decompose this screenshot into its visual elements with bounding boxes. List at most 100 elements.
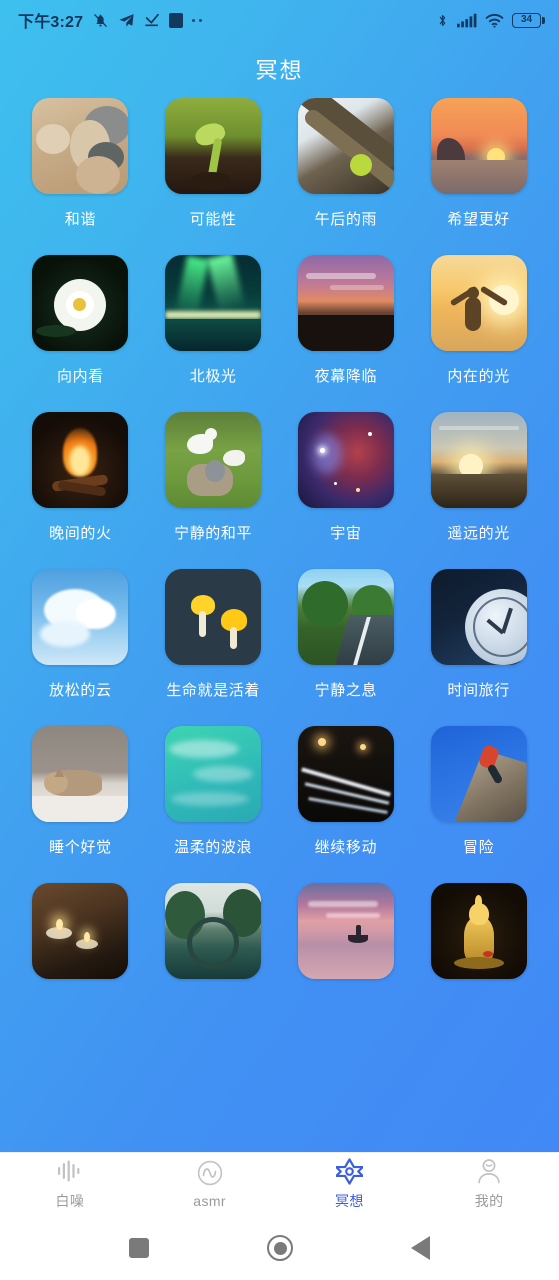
- tab-label-meditation: 冥想: [334, 1193, 364, 1209]
- meditation-tile-label: 晚间的火: [49, 525, 112, 542]
- meditation-tile-label: 温柔的波浪: [174, 839, 253, 856]
- meditation-tile[interactable]: 和谐: [14, 98, 147, 229]
- meditation-tile[interactable]: 希望更好: [412, 98, 545, 229]
- bottom-tab-bar: 白噪 asmr 冥想 我的: [0, 1152, 559, 1216]
- meditation-thumbnail[interactable]: [32, 569, 129, 665]
- meditation-tile[interactable]: 继续移动: [280, 726, 413, 857]
- meditation-thumbnail[interactable]: [430, 412, 527, 508]
- meditation-tile[interactable]: 时间旅行: [412, 569, 545, 700]
- meditation-thumbnail[interactable]: [32, 412, 129, 508]
- meditation-thumbnail[interactable]: [430, 255, 527, 351]
- meditation-tile[interactable]: 可能性: [147, 98, 280, 229]
- meditation-thumbnail[interactable]: [165, 98, 262, 194]
- meditation-tile-label: 时间旅行: [447, 682, 510, 699]
- battery-icon: 34: [512, 12, 545, 28]
- square-filled-icon: [169, 12, 184, 28]
- circle-icon[interactable]: [267, 1235, 293, 1261]
- meditation-tile[interactable]: 午后的雨: [280, 98, 413, 229]
- tab-label-white-noise: 白噪: [55, 1193, 85, 1209]
- page-title: 冥想: [255, 58, 304, 83]
- meditation-tile-label: 可能性: [189, 211, 237, 228]
- meditation-tile[interactable]: 向内看: [14, 255, 147, 386]
- meditation-thumbnail[interactable]: [165, 412, 262, 508]
- meditation-tile-label: 放松的云: [49, 682, 112, 699]
- meditation-tile-label: 生命就是活着: [166, 682, 260, 699]
- battery-level-text: 34: [520, 14, 533, 25]
- meditation-thumbnail[interactable]: [297, 569, 394, 665]
- meditation-thumbnail[interactable]: [297, 98, 394, 194]
- meditation-tile-label: 宁静之息: [314, 682, 378, 699]
- meditation-tile[interactable]: 北极光: [147, 255, 280, 386]
- meditation-tile[interactable]: 遥远的光: [412, 412, 545, 543]
- tab-label-profile: 我的: [474, 1193, 504, 1209]
- bluetooth-icon: [439, 14, 446, 26]
- meditation-tile-label: 向内看: [56, 368, 104, 385]
- meditation-tile-label: 睡个好觉: [49, 839, 112, 856]
- tab-white-noise[interactable]: 白噪: [0, 1158, 140, 1211]
- status-bar-left: 下午3:27: [18, 8, 203, 32]
- meditation-thumbnail[interactable]: [297, 883, 394, 979]
- meditation-tile-label: 和谐: [64, 211, 96, 228]
- meditation-thumbnail[interactable]: [165, 883, 262, 979]
- meditation-thumbnail[interactable]: [430, 883, 527, 979]
- meditation-tile[interactable]: 睡个好觉: [14, 726, 147, 857]
- meditation-thumbnail[interactable]: [430, 569, 527, 665]
- triangle-left-icon[interactable]: [411, 1236, 430, 1260]
- send-arrow-icon: [119, 13, 134, 27]
- meditation-tile-label: 宇宙: [330, 525, 362, 542]
- meditation-tile[interactable]: 生命就是活着: [147, 569, 280, 700]
- meditation-tile-label: 希望更好: [447, 211, 510, 228]
- tab-profile[interactable]: 我的: [419, 1158, 559, 1211]
- page-header: 冥想: [0, 40, 559, 98]
- square-icon[interactable]: [129, 1238, 149, 1258]
- bell-muted-icon: [94, 13, 108, 27]
- tab-asmr[interactable]: asmr: [140, 1160, 280, 1209]
- star-flower-icon: [335, 1157, 363, 1185]
- content-scroll-area[interactable]: 和谐 可能性 午后的雨 希望更好向内看 北极光 夜幕降临 内在的光晚间的火 宁静的和平 宇宙 遥远…: [0, 98, 559, 1152]
- android-nav-bar: [0, 1216, 559, 1280]
- meditation-thumbnail[interactable]: [32, 98, 129, 194]
- tab-label-asmr: asmr: [193, 1193, 226, 1209]
- tab-meditation[interactable]: 冥想: [280, 1157, 420, 1211]
- meditation-tile[interactable]: 晚间的火: [14, 412, 147, 543]
- meditation-tile[interactable]: 内在的光: [412, 255, 545, 386]
- meditation-tile[interactable]: 宁静的和平: [147, 412, 280, 543]
- meditation-thumbnail[interactable]: [165, 569, 262, 665]
- meditation-tile[interactable]: [280, 883, 413, 993]
- sine-circle-icon: [197, 1160, 223, 1186]
- meditation-tile[interactable]: 温柔的波浪: [147, 726, 280, 857]
- meditation-tile-label: 继续移动: [314, 839, 378, 856]
- meditation-tile[interactable]: 放松的云: [14, 569, 147, 700]
- meditation-thumbnail[interactable]: [165, 726, 262, 822]
- app-root: 下午3:27 34 冥想 和谐 可能性 午后的雨 希望更好 向内看 北极光 夜幕…: [0, 0, 559, 1280]
- meditation-tile-label: 内在的光: [447, 368, 510, 385]
- meditation-tile[interactable]: 宁静之息: [280, 569, 413, 700]
- meditation-tile-label: 夜幕降临: [314, 368, 378, 385]
- meditation-thumbnail[interactable]: [32, 726, 129, 822]
- meditation-thumbnail[interactable]: [297, 255, 394, 351]
- waveform-icon: [57, 1158, 83, 1184]
- meditation-tile-label: 冒险: [463, 839, 495, 856]
- meditation-tile[interactable]: [412, 883, 545, 993]
- download-check-icon: [145, 13, 160, 27]
- meditation-tile[interactable]: 冒险: [412, 726, 545, 857]
- meditation-tile-label: 北极光: [189, 368, 237, 385]
- meditation-thumbnail[interactable]: [297, 726, 394, 822]
- meditation-tile[interactable]: 夜幕降临: [280, 255, 413, 386]
- meditation-tile[interactable]: 宇宙: [280, 412, 413, 543]
- meditation-thumbnail[interactable]: [297, 412, 394, 508]
- meditation-thumbnail[interactable]: [165, 255, 262, 351]
- meditation-tile-label: 遥远的光: [447, 525, 510, 542]
- meditation-tile[interactable]: [147, 883, 280, 993]
- meditation-thumbnail[interactable]: [32, 883, 129, 979]
- meditation-grid: 和谐 可能性 午后的雨 希望更好向内看 北极光 夜幕降临 内在的光晚间的火 宁静的和平 宇宙 遥远…: [14, 98, 545, 1019]
- meditation-thumbnail[interactable]: [430, 726, 527, 822]
- status-bar: 下午3:27 34: [0, 0, 559, 40]
- cellular-signal-icon: [457, 13, 477, 27]
- meditation-thumbnail[interactable]: [430, 98, 527, 194]
- person-icon: [476, 1158, 502, 1184]
- meditation-tile[interactable]: [14, 883, 147, 993]
- status-bar-clock: 下午3:27: [18, 14, 84, 31]
- meditation-thumbnail[interactable]: [32, 255, 129, 351]
- wifi-icon: [485, 13, 504, 28]
